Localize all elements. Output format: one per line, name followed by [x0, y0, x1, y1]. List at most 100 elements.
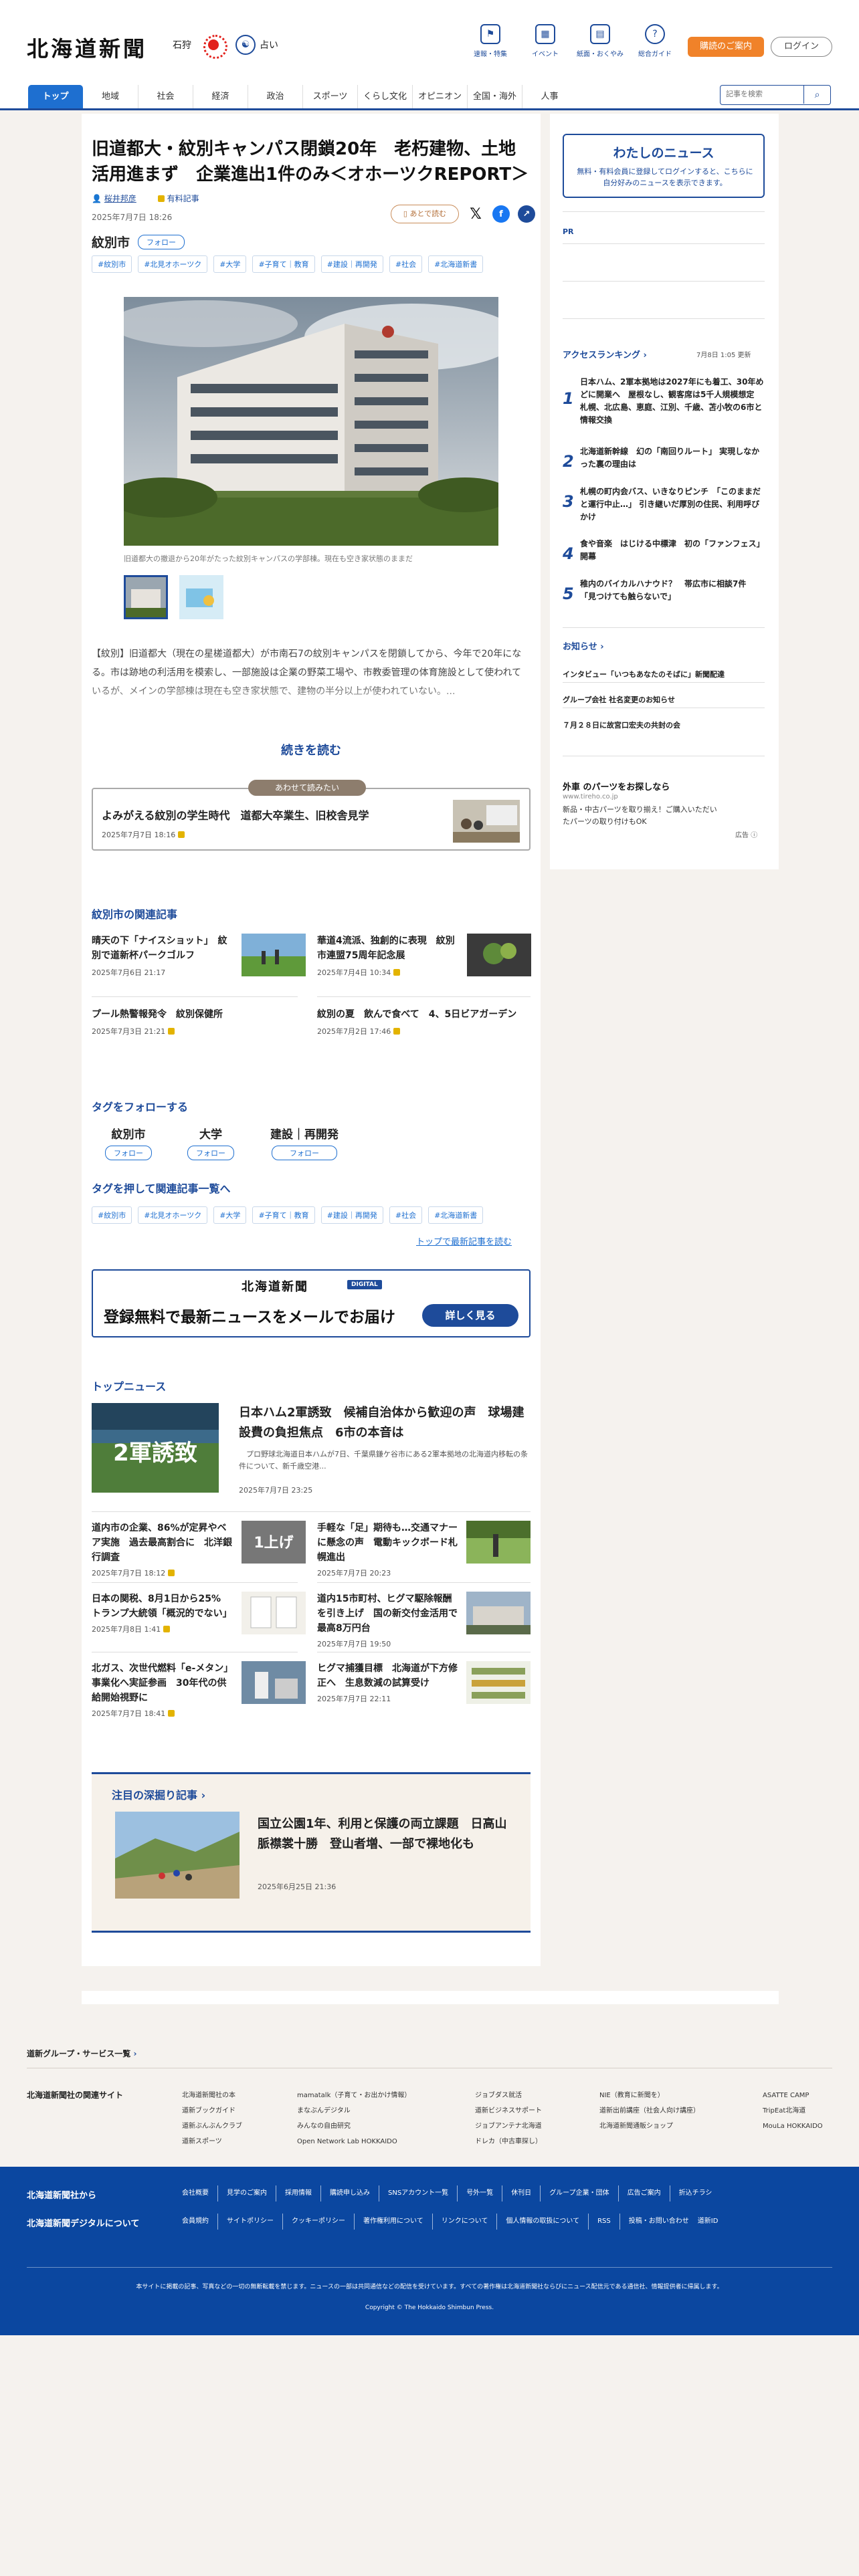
tag-chip[interactable]: #大学 [213, 1206, 247, 1224]
ranking-title[interactable]: アクセスランキング › [563, 348, 647, 360]
tag-chip[interactable]: #建設｜再開発 [320, 1206, 383, 1224]
footer-link[interactable]: 道新ID [698, 2214, 727, 2230]
footer-link[interactable]: 休刊日 [502, 2185, 541, 2202]
top-news-lead[interactable]: 2軍誘致 日本ハム2軍誘致 候補自治体から歓迎の声 球場建設費の負担焦点 6市の… [92, 1403, 531, 1497]
x-share-icon[interactable]: 𝕏 [467, 205, 484, 223]
top-news-item[interactable]: 日本の関税、8月1日から25% トランプ大統領「概況的でない」 2025年7月8… [92, 1592, 306, 1634]
tag-chip[interactable]: #北海道新書 [428, 1206, 484, 1224]
top-news-item[interactable]: 手軽な「足」期待も…交通マナーに懸念の声 電動キックボード札幌進出 2025年7… [317, 1521, 531, 1578]
subscribe-button[interactable]: 購読のご案内 [688, 37, 764, 57]
related-item[interactable]: 華道4流派、独創的に表現 紋別市連盟75周年記念展 2025年7月4日 10:3… [317, 934, 531, 978]
nav-tab-personnel[interactable]: 人事 [522, 85, 577, 108]
hero-image[interactable] [124, 297, 498, 546]
footer-link[interactable]: NIE（教育に新聞を） [599, 2088, 700, 2103]
link-share-icon[interactable]: ↗ [518, 205, 535, 223]
tag-chip[interactable]: #子育て｜教育 [252, 1206, 315, 1224]
top-news-item[interactable]: 北ガス、次世代燃料「e-メタン」事業化へ実証参画 30年代の供給開始視野に 20… [92, 1661, 306, 1719]
footer-link[interactable]: 北海道新聞通販ショップ [599, 2119, 700, 2134]
footer-link[interactable]: 北海道新聞社の本 [182, 2088, 242, 2103]
footer-link[interactable]: リンクについて [433, 2214, 498, 2230]
gallery-thumb-1[interactable] [124, 575, 168, 619]
search-button[interactable]: ⌕ [803, 86, 830, 104]
footer-link[interactable]: まなぶんデジタル [297, 2103, 411, 2119]
footer-link[interactable]: 折込チラシ [670, 2185, 721, 2202]
footer-link[interactable]: 見学のご案内 [218, 2185, 276, 2202]
related-item[interactable]: 晴天の下「ナイスショット」 紋別で道新杯パークゴルフ 2025年7月6日 21:… [92, 934, 306, 978]
site-logo[interactable]: 北海道新聞 [27, 32, 147, 63]
footer-link[interactable]: 道新ぶんぶんクラブ [182, 2119, 242, 2134]
footer-link[interactable]: みんなの自由研究 [297, 2119, 411, 2134]
read-later-button[interactable]: ▯ あとで読む [391, 205, 459, 223]
deep-dive-image[interactable] [115, 1812, 240, 1899]
search-input[interactable] [726, 90, 799, 98]
nav-tab-economy[interactable]: 経済 [193, 85, 248, 108]
facebook-share-icon[interactable]: f [492, 205, 510, 223]
nav-tab-politics[interactable]: 政治 [248, 85, 302, 108]
footer-link[interactable]: 道新ビジネスサポート [475, 2103, 542, 2119]
tag-chip[interactable]: #子育て｜教育 [252, 255, 315, 273]
header-link-event[interactable]: ▦ イベント [518, 24, 573, 58]
footer-link[interactable]: ドレカ（中古車探し） [475, 2134, 542, 2149]
top-news-item[interactable]: 道内市の企業、86%が定昇やベア実施 過去最高割合に 北洋銀行調査 2025年7… [92, 1521, 306, 1578]
read-more-link[interactable]: 続きを読む [82, 741, 541, 758]
header-link-paper[interactable]: ▤ 紙面・おくやみ [573, 24, 628, 58]
follow-button[interactable]: フォロー [138, 234, 185, 249]
footer-link[interactable]: クッキーポリシー [283, 2214, 355, 2230]
footer-link[interactable]: 会員規約 [182, 2214, 218, 2230]
deep-dive-item-title[interactable]: 国立公園1年、利用と保護の両立課題 日高山脈襟裳十勝 登山者増、一部で裸地化も [258, 1814, 518, 1854]
ad-url[interactable]: www.tireho.co.jp [563, 793, 618, 800]
nav-tab-opinion[interactable]: オピニオン [412, 85, 467, 108]
nav-tab-top[interactable]: トップ [28, 85, 83, 108]
related-item[interactable]: プール熱警報発令 紋別保健所 2025年7月3日 21:21 [92, 1007, 306, 1037]
tag-chip[interactable]: #紋別市 [92, 255, 132, 273]
my-news-box[interactable]: わたしのニュース 無料・有料会員に登録してログインすると、こちらに自分好みのニュ… [563, 134, 765, 198]
weather-widget[interactable]: 石狩 ☯ 占い [173, 35, 278, 59]
follow-tag-name[interactable]: 紋別市 [92, 1125, 165, 1142]
ad-text[interactable]: 新品・中古パーツを取り揃え！ご購入いただいたパーツの取り付けもOK [563, 804, 723, 828]
nav-tab-society[interactable]: 社会 [138, 85, 193, 108]
footer-link[interactable]: mamatalk（子育て・お出かけ情報） [297, 2088, 411, 2103]
footer-link[interactable]: サイトポリシー [218, 2214, 283, 2230]
footer-link[interactable]: 広告ご案内 [619, 2185, 670, 2202]
footer-link[interactable]: 号外一覧 [458, 2185, 503, 2202]
fortune-label[interactable]: 占い [260, 38, 278, 51]
tag-chip[interactable]: #社会 [389, 255, 423, 273]
tag-chip[interactable]: #社会 [389, 1206, 423, 1224]
footer-link[interactable]: 道新出前講座（社会人向け講座） [599, 2103, 700, 2119]
newsletter-button[interactable]: 詳しく見る [422, 1304, 518, 1327]
header-link-flash[interactable]: ⚑ 速報・特集 [463, 24, 518, 58]
notice-item[interactable]: インタビュー「いつもあなたのそばに」新聞配達 [563, 669, 765, 679]
footer-link[interactable]: TripEat北海道 [763, 2103, 823, 2119]
footer-link[interactable]: SNSアカウント一覧 [379, 2185, 458, 2202]
footer-link[interactable]: 投稿・お問い合わせ [620, 2214, 698, 2230]
follow-tag-name[interactable]: 建設｜再開発 [261, 1125, 348, 1142]
footer-link[interactable]: 採用情報 [276, 2185, 321, 2202]
footer-link[interactable]: ジョブダス就活 [475, 2088, 542, 2103]
top-news-item[interactable]: ヒグマ捕獲目標 北海道が下方修正へ 生息数減の試算受け 2025年7月7日 22… [317, 1661, 531, 1704]
also-read-card[interactable]: あわせて読みたい よみがえる紋別の学生時代 道都大卒業生、旧校舎見学 2025年… [92, 780, 531, 851]
footer-link[interactable]: ASATTE CAMP [763, 2088, 823, 2103]
footer-link[interactable]: Open Network Lab HOKKAIDO [297, 2134, 411, 2149]
follow-button[interactable]: フォロー [187, 1146, 234, 1160]
group-services-link[interactable]: 道新グループ・サービス一覧 › [27, 2048, 136, 2059]
tag-chip[interactable]: #北見オホーツク [138, 255, 208, 273]
nav-tab-world[interactable]: 全国・海外 [467, 85, 522, 108]
notice-title[interactable]: お知らせ › [563, 639, 604, 652]
follow-button[interactable]: フォロー [272, 1146, 337, 1160]
region-name[interactable]: 紋別市 [92, 233, 130, 251]
newsletter-banner[interactable]: 北海道新聞 DIGITAL 登録無料で最新ニュースをメールでお届け 詳しく見る [92, 1269, 531, 1337]
footer-link[interactable]: MouLa HOKKAIDO [763, 2119, 823, 2134]
footer-link[interactable]: 道新ブックガイド [182, 2103, 242, 2119]
tag-chip[interactable]: #紋別市 [92, 1206, 132, 1224]
notice-item[interactable]: グループ会社 社名変更のお知らせ [563, 694, 765, 705]
footer-link[interactable]: 購読申し込み [321, 2185, 379, 2202]
tag-chip[interactable]: #大学 [213, 255, 247, 273]
follow-tag-name[interactable]: 大学 [174, 1125, 248, 1142]
footer-link[interactable]: 著作権利用について [355, 2214, 433, 2230]
footer-link[interactable]: 個人情報の取扱について [497, 2214, 589, 2230]
footer-link[interactable]: 道新スポーツ [182, 2134, 242, 2149]
latest-news-link[interactable]: トップで最新記事を読む [416, 1235, 512, 1247]
follow-button[interactable]: フォロー [105, 1146, 152, 1160]
top-news-item[interactable]: 道内15市町村、ヒグマ駆除報酬を引き上げ 国の新交付金活用で最高8万円台 202… [317, 1592, 531, 1649]
footer-link[interactable]: ジョブアンテナ北海道 [475, 2119, 542, 2134]
